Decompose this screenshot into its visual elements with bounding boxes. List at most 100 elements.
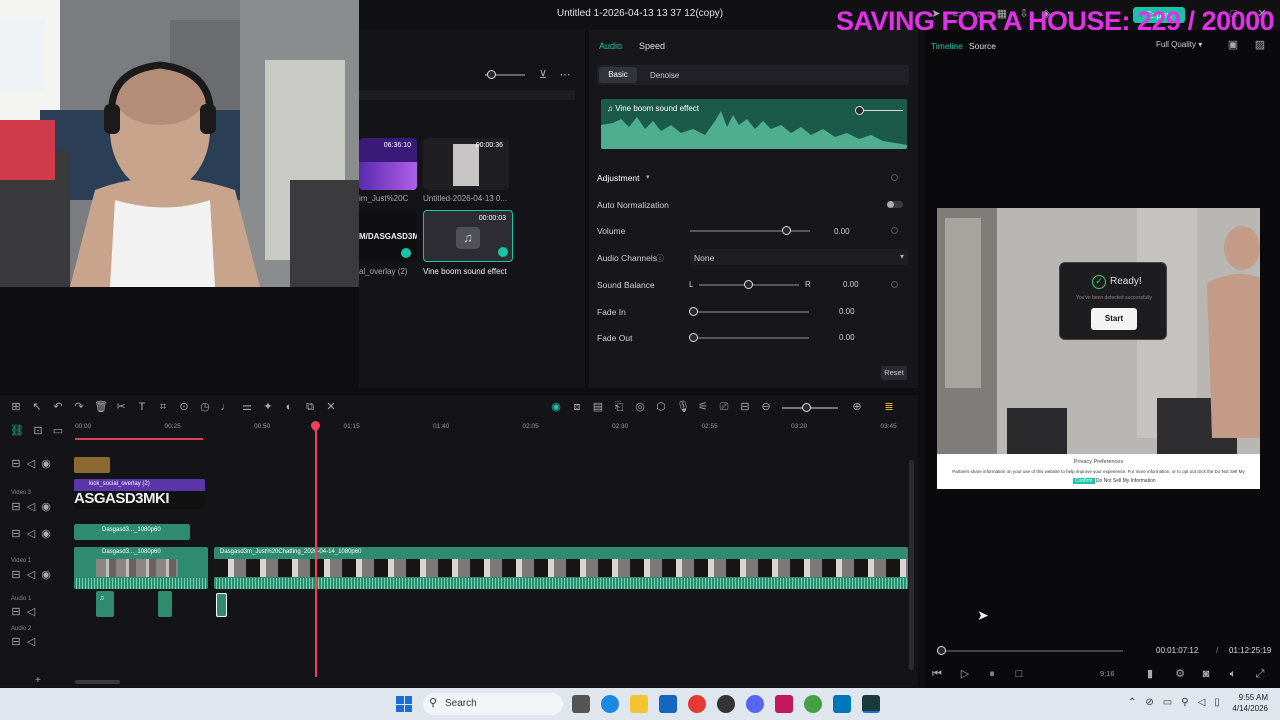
auto-normalization-toggle[interactable] [887, 201, 903, 208]
shield-icon[interactable]: ⬡ [655, 401, 667, 413]
lock-icon[interactable]: ⊟ [10, 606, 22, 618]
eye-icon[interactable]: ◉ [40, 569, 52, 581]
camera-icon[interactable]: ◙ [1200, 668, 1212, 680]
add-track-icon[interactable]: + [35, 675, 41, 686]
tab-source[interactable]: Source [969, 41, 996, 51]
fade-in-value[interactable]: 0.00 [839, 307, 855, 316]
start-button[interactable]: Start [1091, 308, 1137, 330]
track-add-icon[interactable]: ⊡ [32, 425, 44, 437]
time-ruler[interactable]: 00:00 00:25 00:50 01:15 01:40 02:05 02:30 02:55… [75, 423, 910, 441]
timeline-scrollbar[interactable] [75, 680, 120, 684]
zoom-in-icon[interactable]: ⊕ [851, 401, 863, 413]
timeline-vscrollbar[interactable] [909, 460, 914, 670]
eye-icon[interactable]: ◉ [40, 501, 52, 513]
tab-basic[interactable]: Basic [599, 67, 637, 83]
render-icon[interactable]: ▤ [592, 401, 604, 413]
playhead[interactable] [315, 423, 317, 677]
tab-timeline[interactable]: Timeline [931, 41, 963, 51]
keyframe-icon[interactable] [891, 227, 898, 234]
mic-icon[interactable]: ⚲ [1181, 697, 1188, 708]
photos-icon[interactable] [833, 695, 851, 713]
speed-icon[interactable]: ◷ [199, 401, 211, 413]
transition-icon[interactable]: ⧉ [304, 401, 316, 413]
play-icon[interactable]: ▷ [959, 668, 971, 680]
cut-icon[interactable]: ✂ [115, 401, 127, 413]
fullscreen-icon[interactable]: ⤢ [1254, 668, 1266, 680]
media-thumb-1[interactable]: 06:36:10 [359, 138, 417, 190]
snap-icon[interactable]: ◉ [550, 401, 562, 413]
chevron-up-icon[interactable]: ⌃ [1128, 697, 1136, 708]
effects-icon[interactable]: ✦ [262, 401, 274, 413]
stop-icon[interactable]: □ [1013, 668, 1025, 680]
balance-knob[interactable] [744, 280, 753, 289]
speaker-icon[interactable]: ◁ [25, 636, 37, 648]
zoom-out-icon[interactable]: ⊖ [760, 401, 772, 413]
tab-speed[interactable]: Speed [639, 41, 665, 51]
media-thumb-2[interactable]: 00:00:36 [423, 138, 509, 190]
audio-icon[interactable]: ♩ [220, 401, 232, 413]
grid-icon[interactable]: ⊞ [10, 401, 22, 413]
mixer-icon[interactable]: ⚟ [697, 401, 709, 413]
layout-icon[interactable]: ≣ [883, 401, 895, 413]
balance-value[interactable]: 0.00 [843, 280, 859, 289]
undo-icon[interactable]: ↶ [52, 401, 64, 413]
audio-clip[interactable] [158, 591, 172, 617]
discord-icon[interactable] [746, 695, 764, 713]
zoom-slider-knob[interactable] [487, 70, 496, 79]
lock-icon[interactable]: ⊟ [10, 636, 22, 648]
volume-slider[interactable] [690, 230, 810, 232]
filter-icon[interactable]: ⊻ [537, 69, 549, 81]
track-link-icon[interactable]: ⛓ [10, 425, 24, 437]
obs-icon[interactable] [717, 695, 735, 713]
aspect-ratio[interactable]: 9:16 [1100, 669, 1115, 678]
video1-clip-b[interactable]: Dasgasd3m_Just%20Chatting_2026-04-14_108… [214, 547, 908, 589]
volume-knob[interactable] [782, 226, 791, 235]
network-icon[interactable]: ⊘ [1145, 697, 1153, 708]
battery-icon[interactable]: ▯ [1214, 697, 1220, 708]
filmora-icon[interactable] [862, 695, 880, 713]
playback-progress[interactable] [937, 650, 1123, 652]
speaker-icon[interactable]: ◁ [25, 501, 37, 513]
tab-audio[interactable]: Audio [599, 41, 622, 51]
caret-icon[interactable]: ▾ [646, 173, 650, 181]
pause-icon[interactable]: ⏸ [986, 668, 998, 680]
volume-value[interactable]: 0.00 [834, 227, 850, 236]
display-icon[interactable]: ▭ [1163, 697, 1172, 708]
task-view-icon[interactable] [572, 695, 590, 713]
timeline-zoom-knob[interactable] [802, 403, 811, 412]
text-icon[interactable]: T [136, 401, 148, 413]
lock-icon[interactable]: ⊟ [10, 458, 22, 470]
prev-frame-icon[interactable]: ⏮ [931, 668, 943, 680]
speaker-icon[interactable]: ◁ [25, 569, 37, 581]
mic-icon[interactable]: 🎙︎ [676, 401, 690, 413]
speaker-icon[interactable]: ◁ [25, 528, 37, 540]
fade-out-knob[interactable] [689, 333, 698, 342]
section-adjustment[interactable]: Adjustment [597, 173, 640, 183]
audio-channels-select[interactable]: None ▾ [690, 249, 908, 265]
marker-icon[interactable]: ▮ [1144, 668, 1156, 680]
clock[interactable]: 9:55 AM 4/14/2026 [1224, 692, 1268, 714]
eye-icon[interactable]: ◉ [40, 528, 52, 540]
settings-icon[interactable]: ⚙ [1174, 668, 1186, 680]
track-manage-icon[interactable]: ▭ [52, 425, 64, 437]
lock-icon[interactable]: ⊟ [10, 528, 22, 540]
video2-clip[interactable]: Dasgasd3..._1080p60 [74, 524, 190, 540]
color-icon[interactable]: ◐ [283, 401, 295, 413]
lock-icon[interactable]: ⊟ [10, 501, 22, 513]
fade-out-slider[interactable] [693, 337, 809, 339]
crop-icon[interactable]: ⌗ [157, 401, 169, 413]
taskbar-search[interactable]: ⚲ Search [423, 693, 563, 715]
ai-icon[interactable]: ✕ [325, 401, 337, 413]
confirm-button[interactable]: Confirm [1073, 478, 1095, 484]
store-icon[interactable] [659, 695, 677, 713]
speaker-icon[interactable]: ◁ [25, 458, 37, 470]
link-icon[interactable]: ⧈ [571, 401, 583, 413]
keyframe-icon[interactable] [891, 281, 898, 288]
eye-icon[interactable]: ◉ [40, 458, 52, 470]
lock-icon[interactable]: ⊟ [10, 569, 22, 581]
playback-knob[interactable] [936, 646, 946, 655]
clip-volume-knob[interactable] [855, 106, 864, 115]
folder-icon[interactable] [630, 695, 648, 713]
more-icon[interactable]: ⋯ [559, 69, 571, 81]
audio-clip[interactable]: ♫ [96, 591, 114, 617]
